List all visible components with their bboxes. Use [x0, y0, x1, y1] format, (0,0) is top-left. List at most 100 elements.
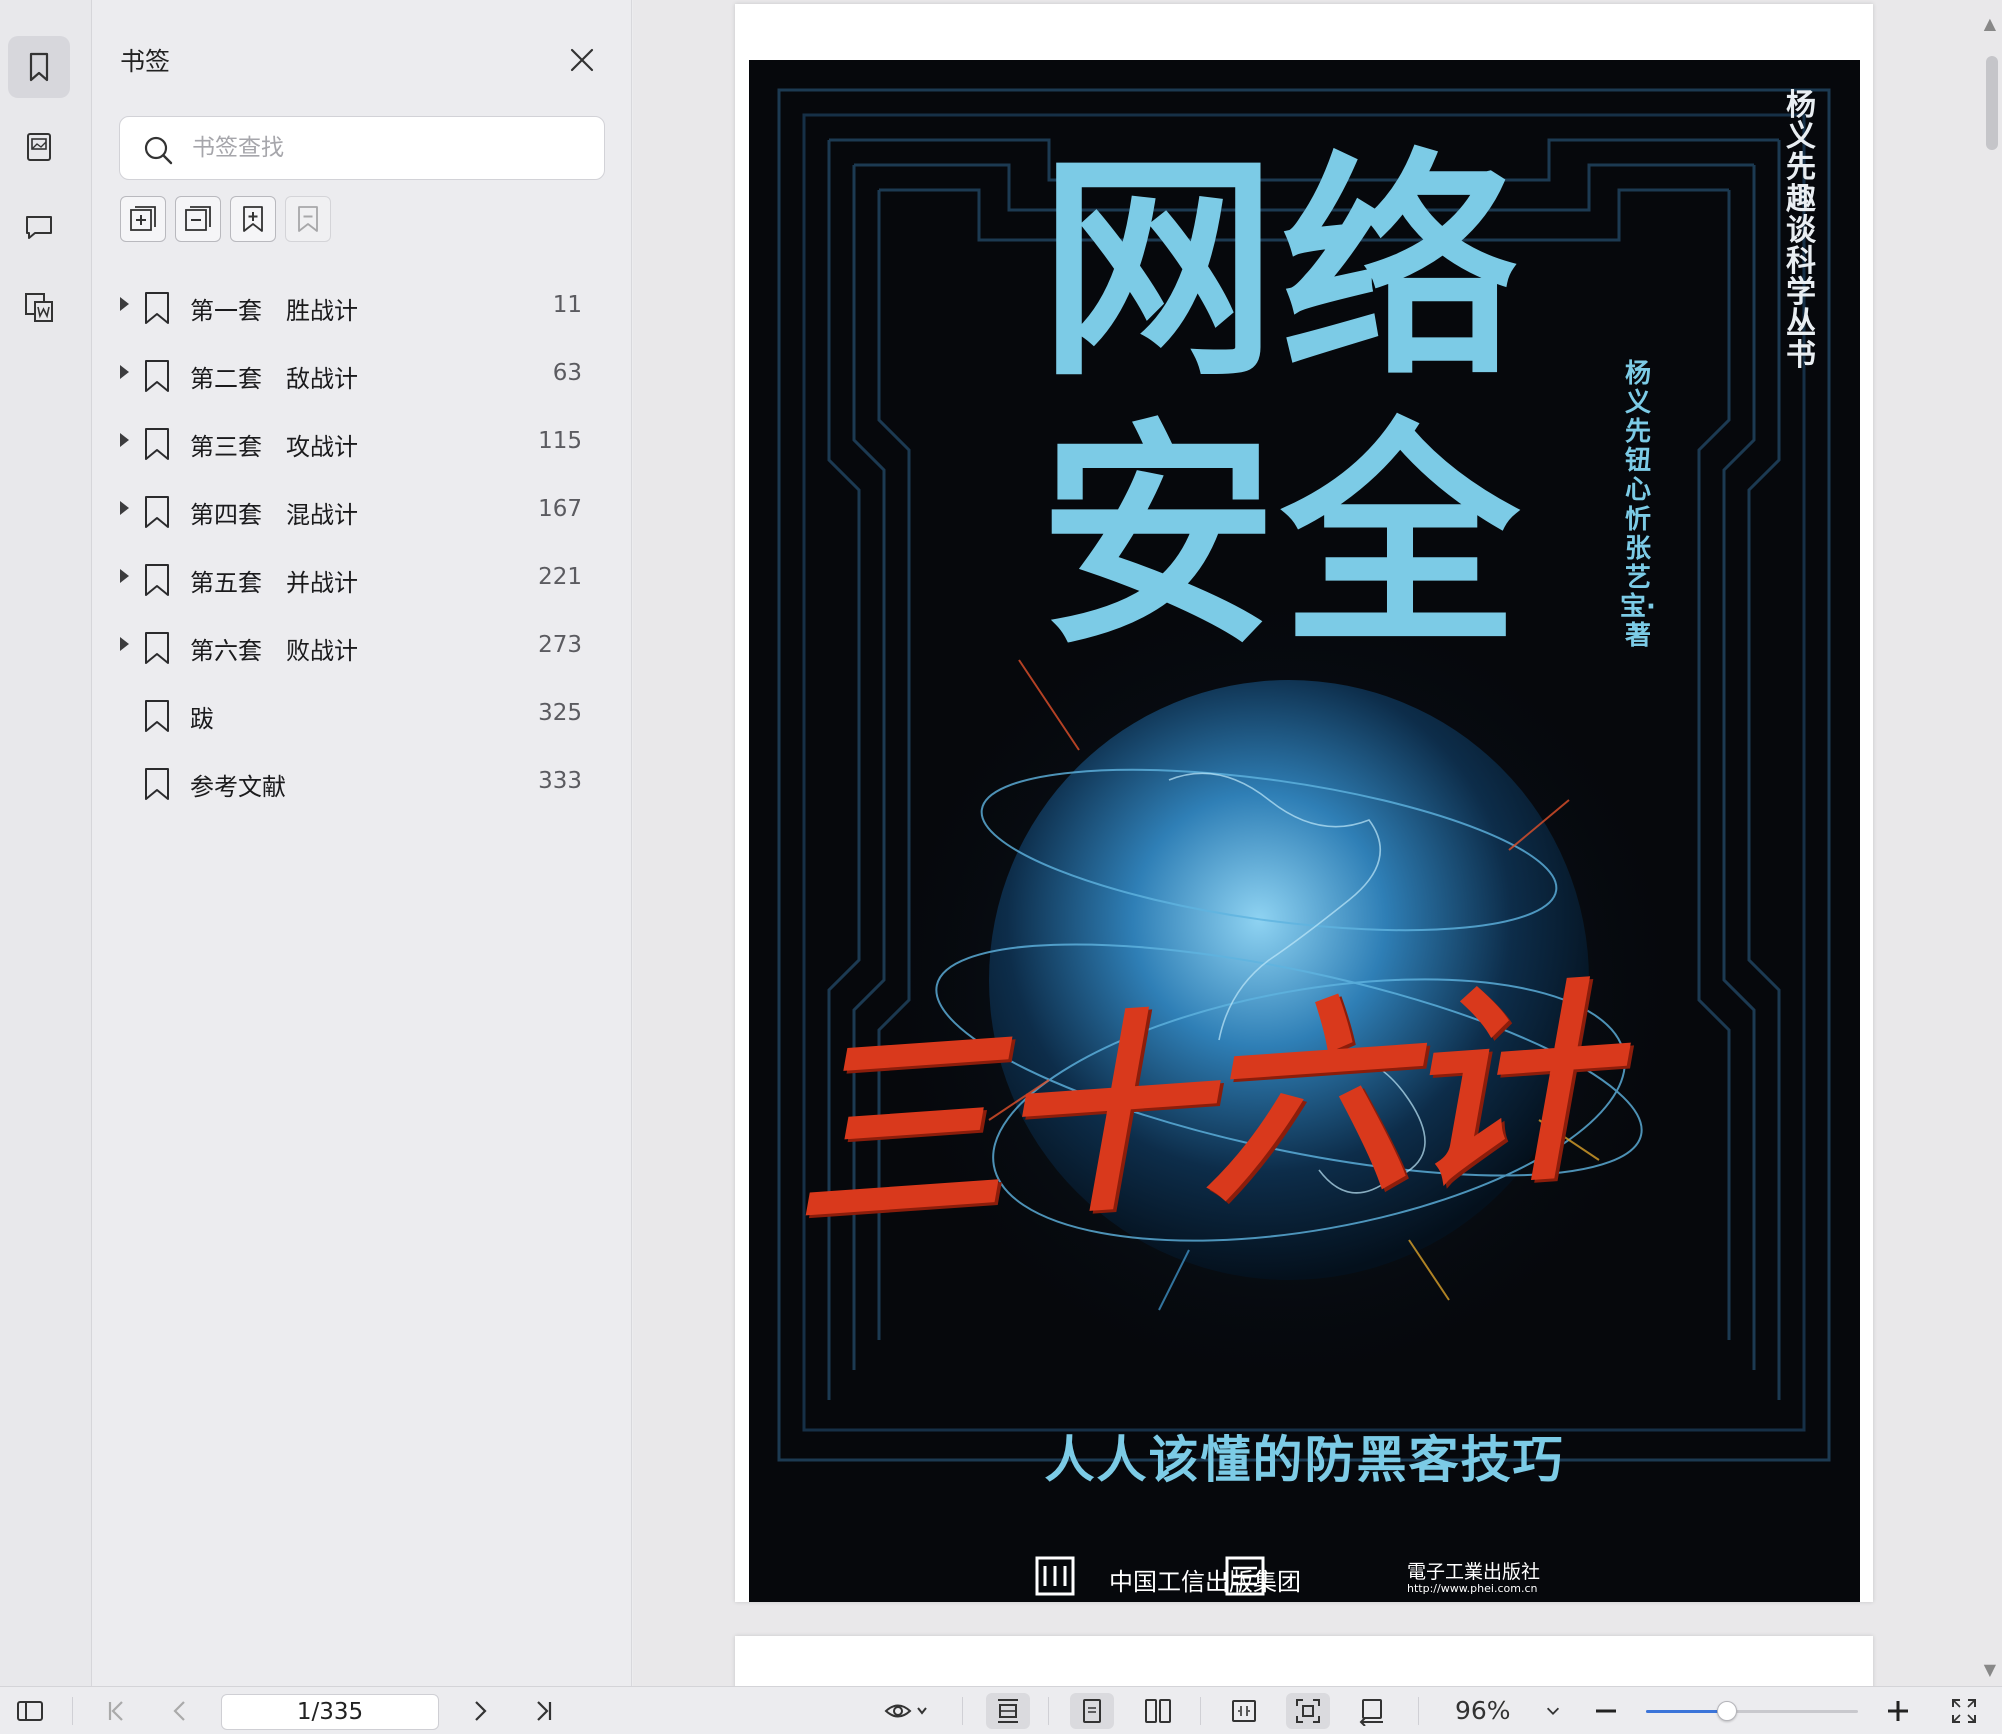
expand-arrow-icon[interactable] — [120, 569, 129, 583]
sidebar-toggle-icon — [17, 1701, 43, 1721]
remove-bookmark-icon — [298, 206, 318, 232]
toggle-sidebar-button[interactable] — [12, 1693, 48, 1729]
actual-size-button[interactable] — [1286, 1693, 1330, 1729]
cover-red-title: 三十六计 — [782, 957, 1614, 1262]
fit-width-icon — [998, 1699, 1018, 1723]
bookmark-page-number: 333 — [538, 768, 582, 794]
cover-subtitle: 人人该懂的防黑客技巧 — [1044, 1431, 1565, 1489]
add-bookmark-button[interactable] — [230, 196, 276, 242]
bookmark-icon — [145, 700, 169, 732]
document-viewport[interactable]: 杨义先趣谈科学丛书 杨义先 钮心忻 张艺宝·著 网络 安全 三十六计 人人该懂的… — [633, 0, 2002, 1686]
remove-bookmark-button[interactable] — [285, 196, 331, 242]
zoom-slider-handle[interactable] — [1716, 1701, 1737, 1721]
expand-arrow-icon[interactable] — [120, 297, 129, 311]
chevron-left-icon — [173, 1701, 185, 1721]
expand-arrow-icon[interactable] — [120, 501, 129, 515]
bookmark-item[interactable]: 第四套 混战计 167 — [112, 483, 612, 539]
bookmark-page-number: 167 — [538, 496, 582, 522]
bookmark-icon — [145, 564, 169, 596]
expand-arrow-icon[interactable] — [120, 637, 129, 651]
comment-icon — [26, 216, 52, 239]
chevron-right-icon — [475, 1701, 487, 1721]
bookmark-label: 跋 — [190, 705, 214, 733]
expand-all-icon — [130, 206, 156, 231]
sidebar-rail — [0, 0, 92, 1686]
fit-page-icon — [1232, 1700, 1256, 1722]
bookmark-item[interactable]: 参考文献 333 — [112, 755, 612, 811]
bookmark-item[interactable]: 第一套 胜战计 11 — [112, 279, 612, 335]
bookmark-label: 第三套 攻战计 — [190, 433, 358, 461]
bookmark-icon — [145, 768, 169, 800]
view-mode-button[interactable] — [876, 1693, 936, 1729]
page-number-field[interactable]: 1/335 — [221, 1694, 439, 1730]
collapse-all-icon — [185, 206, 211, 231]
thumbnails-tab[interactable] — [8, 116, 70, 178]
bookmark-search-input[interactable] — [192, 127, 582, 169]
cover-authors: 杨义先 钮心忻 张艺宝·著 — [1620, 359, 1656, 651]
scroll-down-arrow-icon[interactable]: ▼ — [1984, 1660, 1996, 1679]
zoom-level[interactable]: 96% — [1455, 1696, 1511, 1725]
bookmark-page-number: 11 — [552, 292, 582, 318]
cover-publisher-url: http://www.phei.com.cn — [1407, 1582, 1538, 1595]
document-page: 杨义先趣谈科学丛书 杨义先 钮心忻 张艺宝·著 网络 安全 三十六计 人人该懂的… — [735, 4, 1873, 1602]
last-page-icon — [537, 1701, 552, 1721]
cover-publisher-name: 電子工業出版社 — [1407, 1561, 1541, 1583]
rotate-button[interactable] — [1350, 1693, 1394, 1729]
fullscreen-button[interactable] — [1944, 1693, 1984, 1729]
thumbnail-icon — [27, 133, 51, 161]
bookmark-item[interactable]: 第五套 并战计 221 — [112, 551, 612, 607]
bookmark-label: 第二套 敌战计 — [190, 365, 358, 393]
zoom-slider[interactable] — [1646, 1701, 1858, 1721]
single-page-icon — [1083, 1699, 1101, 1723]
bookmark-item[interactable]: 第二套 敌战计 63 — [112, 347, 612, 403]
bookmark-item[interactable]: 第三套 攻战计 115 — [112, 415, 612, 471]
bookmark-page-number: 221 — [538, 564, 582, 590]
fit-page-button[interactable] — [1222, 1693, 1266, 1729]
bookmark-label: 第一套 胜战计 — [190, 297, 358, 325]
bottom-toolbar: 1/335 96% — [0, 1686, 2002, 1734]
next-page-button[interactable] — [462, 1693, 498, 1729]
bookmark-search[interactable] — [119, 116, 605, 180]
bookmark-icon — [145, 292, 169, 324]
cover-publisher-group: 中国工信出版集团 — [1109, 1568, 1301, 1596]
two-page-button[interactable] — [1136, 1693, 1180, 1729]
bookmark-icon — [145, 360, 169, 392]
last-page-button[interactable] — [526, 1693, 562, 1729]
expand-all-button[interactable] — [120, 196, 166, 242]
bookmarks-tab[interactable] — [8, 36, 70, 98]
panel-title: 书签 — [120, 47, 171, 76]
bookmark-page-number: 273 — [538, 632, 582, 658]
previous-page-button[interactable] — [162, 1693, 198, 1729]
bookmark-label: 第五套 并战计 — [190, 569, 358, 597]
bookmark-icon — [29, 52, 49, 82]
add-bookmark-icon — [243, 206, 263, 232]
fullscreen-icon — [1952, 1699, 1976, 1723]
first-page-icon — [108, 1701, 123, 1721]
single-page-button[interactable] — [1070, 1693, 1114, 1729]
rotate-icon — [1359, 1699, 1383, 1726]
first-page-button[interactable] — [98, 1693, 134, 1729]
scrollbar-thumb[interactable] — [1986, 56, 1998, 150]
bookmark-icon — [145, 496, 169, 528]
zoom-in-button[interactable] — [1880, 1693, 1916, 1729]
zoom-dropdown-button[interactable] — [1540, 1693, 1566, 1729]
comments-tab[interactable] — [8, 196, 70, 258]
zoom-out-button[interactable] — [1588, 1693, 1624, 1729]
bookmark-label: 第六套 败战计 — [190, 637, 358, 665]
bookmark-item[interactable]: 跋 325 — [112, 687, 612, 743]
close-icon[interactable] — [566, 44, 598, 76]
collapse-all-button[interactable] — [175, 196, 221, 242]
document-page-next — [735, 1636, 1873, 1686]
scroll-up-arrow-icon[interactable]: ▲ — [1984, 14, 1996, 33]
expand-arrow-icon[interactable] — [120, 365, 129, 379]
bookmark-page-number: 115 — [538, 428, 582, 454]
cover-title-line1: 网络 — [1039, 132, 1523, 409]
fit-width-button[interactable] — [986, 1693, 1030, 1729]
cover-title-line2: 安全 — [1039, 400, 1523, 677]
bookmark-item[interactable]: 第六套 败战计 273 — [112, 619, 612, 675]
expand-arrow-icon[interactable] — [120, 433, 129, 447]
bookmark-page-number: 63 — [552, 360, 582, 386]
bookmark-label: 第四套 混战计 — [190, 501, 358, 529]
page-search-tab[interactable] — [8, 276, 70, 338]
plus-icon — [1888, 1701, 1908, 1721]
